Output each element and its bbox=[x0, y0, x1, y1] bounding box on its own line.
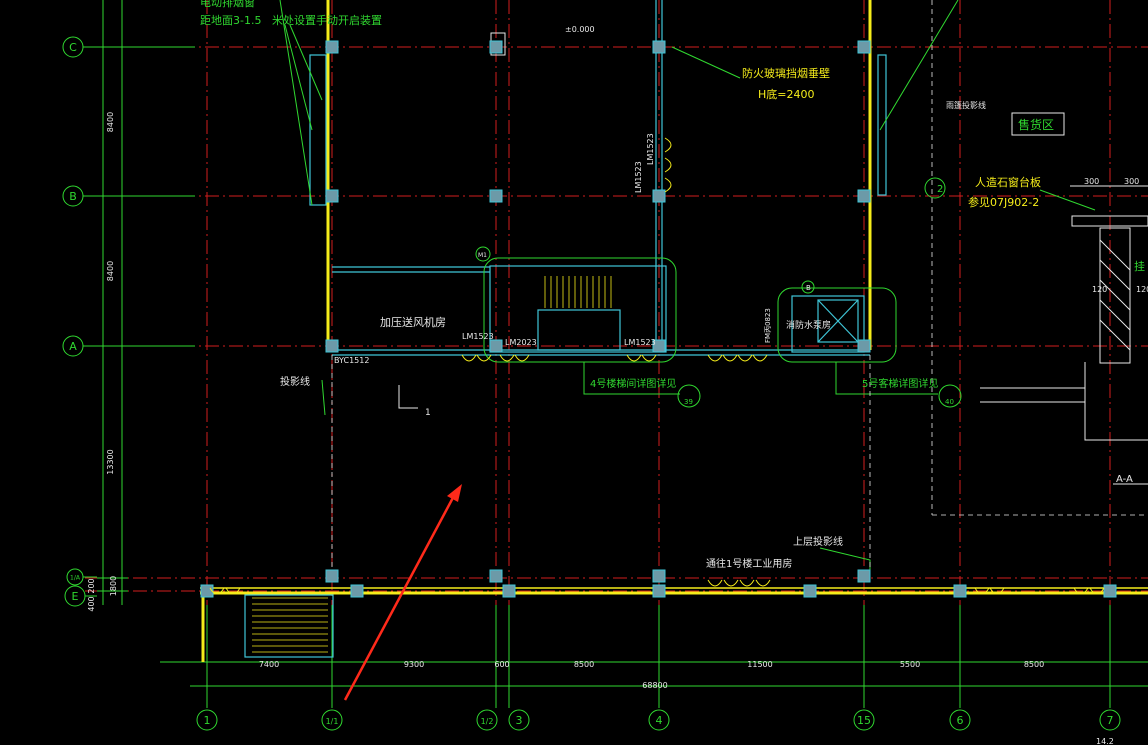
label-top-left-1: 电动排烟窗 bbox=[200, 0, 255, 9]
row-axis-label: 1/A bbox=[70, 575, 81, 582]
shop-label: 售货区 bbox=[1018, 117, 1054, 132]
bottom-dim-total: 68800 bbox=[642, 681, 667, 690]
door-lm1523a: LM1523 bbox=[462, 332, 494, 341]
bottom-note: 14.2 bbox=[1096, 737, 1114, 745]
to-bldg1-label: 通往1号楼工业用房 bbox=[706, 557, 792, 570]
structural-column bbox=[857, 569, 871, 583]
structural-column bbox=[502, 584, 516, 598]
corner-right-label: 挂 bbox=[1134, 259, 1145, 273]
callout-m1: M1 bbox=[478, 252, 487, 259]
column-axis-label: 7 bbox=[1107, 714, 1114, 727]
shaft-label: 消防水泵房 bbox=[786, 319, 831, 331]
structural-column bbox=[325, 339, 339, 353]
door-lm1523b: LM1523 bbox=[624, 338, 656, 347]
row-axis-label: C bbox=[69, 41, 77, 54]
fan-room-label: 加压送风机房 bbox=[380, 315, 446, 329]
bottom-dim-value: 5500 bbox=[900, 660, 920, 669]
column-axis-label: 3 bbox=[516, 714, 523, 727]
label-top-left-3: 米处设置手动开启装置 bbox=[272, 13, 382, 27]
left-dim-value: 1800 bbox=[109, 576, 118, 596]
row-axis-label: E bbox=[72, 590, 79, 603]
structural-column bbox=[652, 569, 666, 583]
stair4-ref: 39 bbox=[684, 398, 693, 406]
upper-proj-label: 上层投影线 bbox=[793, 535, 843, 548]
bottom-dim-value: 8500 bbox=[1024, 660, 1044, 669]
window-byc: BYC1512 bbox=[334, 356, 369, 365]
bottom-dim-value: 9300 bbox=[404, 660, 424, 669]
section-mark-label: 1 bbox=[425, 408, 431, 418]
fire-curtain-label: 防火玻璃挡烟垂壁 bbox=[742, 66, 830, 80]
dim-300b: 300 bbox=[1124, 177, 1139, 186]
door-lm2023: LM2023 bbox=[505, 338, 537, 347]
structural-column bbox=[489, 40, 503, 54]
structural-column bbox=[1103, 584, 1117, 598]
ref-std-label: 参见07J902-2 bbox=[968, 195, 1039, 209]
column-axis-label: 6 bbox=[957, 714, 964, 727]
column-axis-label: 4 bbox=[656, 714, 663, 727]
structural-column bbox=[489, 569, 503, 583]
door-lm1523c: LM1523 bbox=[634, 161, 643, 193]
structural-column bbox=[200, 584, 214, 598]
fm-door-label: FM丙0823 bbox=[764, 308, 772, 343]
label-top-left-2: 距地面3-1.5 bbox=[200, 14, 261, 27]
canopy-line-label: 雨篷投影线 bbox=[946, 100, 986, 110]
cad-floor-plan-canvas[interactable]: C B A E 1/A 1 1/1 1/2 3 4 15 6 7 电动排烟窗 距地面3-1.5 米处设置… bbox=[0, 0, 1148, 745]
column-axis-label: 15 bbox=[857, 714, 871, 727]
structural-column bbox=[652, 584, 666, 598]
structural-column bbox=[857, 40, 871, 54]
left-dim-value: 200 bbox=[87, 578, 96, 593]
left-dim-value: 400 bbox=[87, 596, 96, 611]
stone-sill-label: 人造石窗台板 bbox=[975, 175, 1041, 189]
column-axis-label: 1 bbox=[204, 714, 211, 727]
bottom-dim-value: 7400 bbox=[259, 660, 279, 669]
structural-column bbox=[652, 189, 666, 203]
structural-column bbox=[857, 189, 871, 203]
elevator5-label: 5号客梯详图详见 bbox=[862, 377, 938, 390]
structural-column bbox=[857, 339, 871, 353]
bottom-dim-value: 600 bbox=[494, 660, 509, 669]
structural-column bbox=[489, 189, 503, 203]
row-axis-label: A bbox=[69, 340, 77, 353]
structural-column bbox=[489, 339, 503, 353]
bottom-dim-value: 11500 bbox=[747, 660, 772, 669]
column-axis-label: 1/2 bbox=[481, 717, 494, 726]
dim-120a: 120 bbox=[1092, 285, 1107, 294]
door-lm1523d: LM1523 bbox=[646, 133, 655, 165]
fire-curtain-height: H底=2400 bbox=[758, 87, 814, 101]
column-axis-label: 1/1 bbox=[326, 717, 339, 726]
structural-column bbox=[652, 40, 666, 54]
callout-2: 2 bbox=[937, 184, 943, 195]
level-label: ±0.000 bbox=[565, 25, 595, 34]
structural-column bbox=[803, 584, 817, 598]
structural-column bbox=[325, 569, 339, 583]
section-aa-label: A-A bbox=[1116, 474, 1133, 485]
structural-column bbox=[953, 584, 967, 598]
dim-120b: 120 bbox=[1136, 285, 1148, 294]
structural-column bbox=[325, 189, 339, 203]
elevator5-ref: 40 bbox=[945, 398, 954, 406]
callout-b: B bbox=[806, 284, 811, 292]
bottom-dim-value: 8500 bbox=[574, 660, 594, 669]
left-dim-value: 8400 bbox=[106, 261, 115, 281]
row-axis-label: B bbox=[69, 190, 77, 203]
structural-column bbox=[325, 40, 339, 54]
structural-column bbox=[350, 584, 364, 598]
proj-line-label: 投影线 bbox=[280, 375, 310, 388]
stair4-label: 4号楼梯间详图详见 bbox=[590, 377, 676, 390]
drawing-background bbox=[0, 0, 1148, 745]
left-dim-value: 8400 bbox=[106, 112, 115, 132]
left-dim-value: 13300 bbox=[106, 449, 115, 474]
dim-300a: 300 bbox=[1084, 177, 1099, 186]
